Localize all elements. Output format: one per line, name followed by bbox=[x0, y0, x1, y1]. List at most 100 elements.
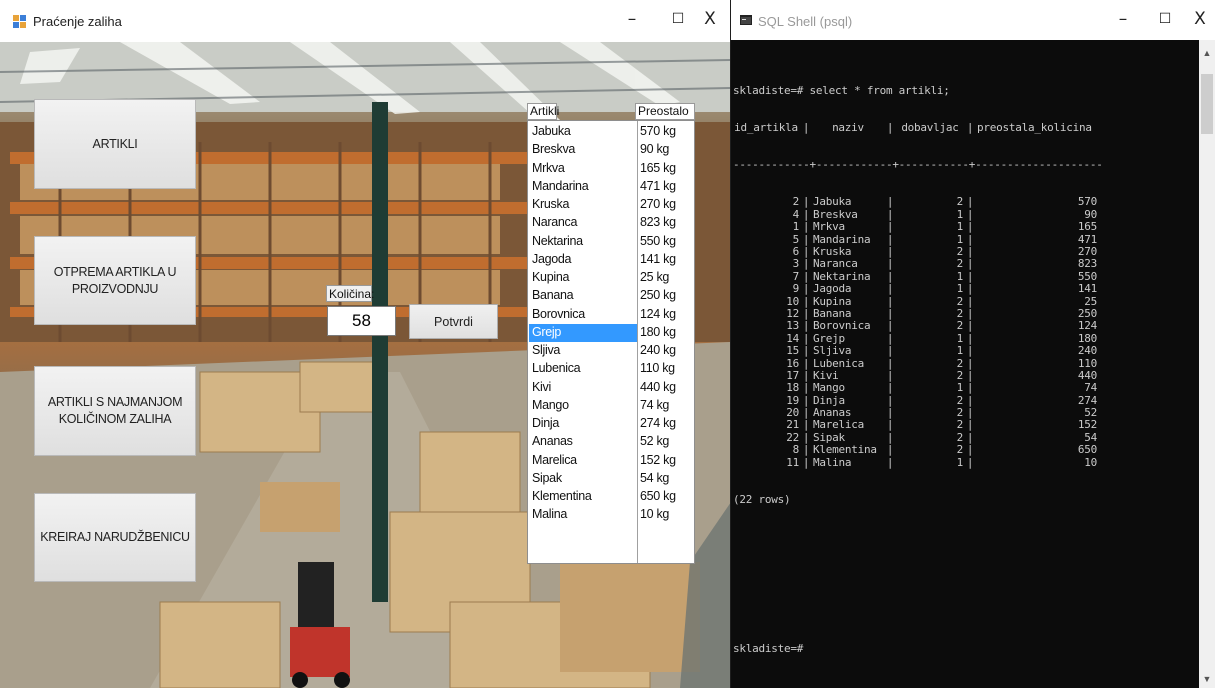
list-item-qty: 165 kg bbox=[640, 160, 676, 175]
sql-shell-window: SQL Shell (psql) – ☐ X skladiste=# selec… bbox=[731, 0, 1215, 688]
cell-id: 3 bbox=[792, 257, 800, 271]
cell-dobavljac: 1 bbox=[956, 331, 964, 345]
right-titlebar[interactable]: SQL Shell (psql) – ☐ X bbox=[731, 0, 1215, 40]
cell-id: 22 bbox=[786, 430, 799, 444]
list-item-qty: 124 kg bbox=[640, 306, 676, 321]
artikli-button[interactable]: ARTIKLI bbox=[34, 99, 196, 189]
cell-kolicina: 152 bbox=[1077, 418, 1097, 432]
row-count: (22 rows) bbox=[733, 492, 791, 506]
terminal-row: 1 | Mrkva | 1 | 165 bbox=[733, 220, 1199, 234]
list-item-name[interactable]: Mrkva bbox=[529, 160, 637, 178]
cell-dobavljac: 2 bbox=[956, 244, 964, 258]
cell-kolicina: 74 bbox=[1084, 381, 1097, 395]
terminal-row: 8 | Klementina | 2 | 650 bbox=[733, 443, 1199, 457]
list-item-name[interactable]: Klementina bbox=[529, 488, 637, 506]
list-item-name[interactable]: Naranca bbox=[529, 214, 637, 232]
list-item-name[interactable]: Nektarina bbox=[529, 233, 637, 251]
list-item-name[interactable]: Sipak bbox=[529, 470, 637, 488]
close-button[interactable]: X bbox=[1178, 0, 1215, 38]
scroll-down-icon[interactable]: ▼ bbox=[1199, 674, 1215, 684]
pracenje-zaliha-window: Praćenje zaliha – ☐ X ARTIKLI OTPREMA AR… bbox=[0, 0, 731, 688]
list-item-name[interactable]: Breskva bbox=[529, 141, 637, 159]
list-item-qty: 54 kg bbox=[640, 470, 670, 485]
terminal-row: 21 | Marelica | 2 | 152 bbox=[733, 418, 1199, 432]
scroll-up-icon[interactable]: ▲ bbox=[1199, 48, 1215, 58]
list-item-name[interactable]: Borovnica bbox=[529, 306, 637, 324]
najmanja-kolicina-button[interactable]: ARTIKLI S NAJMANJOM KOLIČINOM ZALIHA bbox=[34, 366, 196, 456]
cell-dobavljac: 1 bbox=[956, 207, 964, 221]
otprema-button[interactable]: OTPREMA ARTIKLA U PROIZVODNJU bbox=[34, 236, 196, 325]
window-title: Praćenje zaliha bbox=[33, 14, 122, 29]
cell-id: 8 bbox=[792, 443, 800, 457]
terminal-scrollbar[interactable]: ▲ ▼ bbox=[1199, 40, 1215, 688]
cell-kolicina: 141 bbox=[1077, 282, 1097, 296]
close-button[interactable]: X bbox=[688, 0, 730, 38]
list-item-name[interactable]: Jagoda bbox=[529, 251, 637, 269]
cell-naziv: Jabuka bbox=[813, 195, 852, 209]
cell-id: 9 bbox=[792, 282, 800, 296]
list-item-name[interactable]: Ananas bbox=[529, 433, 637, 451]
header-dobavljac: dobavljac bbox=[901, 121, 959, 135]
list-item-qty: 10 kg bbox=[640, 507, 670, 522]
list-item-name[interactable]: Mango bbox=[529, 397, 637, 415]
list-item-qty: 90 kg bbox=[640, 142, 670, 157]
list-item-name[interactable]: Banana bbox=[529, 287, 637, 305]
list-item-name[interactable]: Dinja bbox=[529, 415, 637, 433]
kolicina-label: Količina: bbox=[326, 285, 374, 302]
narudzbenica-button[interactable]: KREIRAJ NARUDŽBENICU bbox=[34, 493, 196, 582]
cell-id: 15 bbox=[786, 344, 799, 358]
cell-id: 6 bbox=[792, 244, 800, 258]
list-item-name[interactable]: Kruska bbox=[529, 196, 637, 214]
cell-naziv: Naranca bbox=[813, 257, 858, 271]
terminal-row: 2 | Jabuka | 2 | 570 bbox=[733, 195, 1199, 209]
potvrdi-button[interactable]: Potvrdi bbox=[409, 304, 498, 339]
left-titlebar[interactable]: Praćenje zaliha – ☐ X bbox=[0, 0, 730, 42]
cell-id: 21 bbox=[786, 418, 799, 432]
list-item-qty: 152 kg bbox=[640, 452, 676, 467]
list-item-qty: 440 kg bbox=[640, 379, 676, 394]
terminal-prompt: skladiste=# bbox=[733, 641, 804, 655]
cell-naziv: Borovnica bbox=[813, 319, 871, 333]
list-item-qty: 25 kg bbox=[640, 270, 670, 284]
terminal-row: 18 | Mango | 1 | 74 bbox=[733, 381, 1199, 395]
cell-dobavljac: 2 bbox=[956, 319, 964, 333]
cell-dobavljac: 2 bbox=[956, 418, 964, 432]
list-item-qty: 274 kg bbox=[640, 416, 676, 430]
list-item-name[interactable]: Kupina bbox=[529, 269, 637, 287]
cell-dobavljac: 2 bbox=[956, 406, 964, 420]
list-item-name[interactable]: Kivi bbox=[529, 379, 637, 397]
terminal-row: 9 | Jagoda | 1 | 141 bbox=[733, 282, 1199, 296]
minimize-button[interactable]: – bbox=[1101, 0, 1145, 38]
header-id: id_artikla bbox=[734, 121, 798, 135]
cell-kolicina: 240 bbox=[1077, 344, 1097, 358]
scroll-thumb[interactable] bbox=[1201, 74, 1213, 134]
terminal-separator: ------------+------------+-----------+--… bbox=[733, 158, 1103, 172]
list-item-qty: 823 kg bbox=[640, 215, 676, 230]
cell-dobavljac: 1 bbox=[956, 455, 964, 469]
artikli-listview[interactable]: Jabuka 570 kg Breskva 90 kg Mrkva 165 kg Manda… bbox=[527, 120, 695, 564]
cell-dobavljac: 2 bbox=[956, 368, 964, 382]
list-item-name[interactable]: Sljiva bbox=[529, 342, 637, 360]
warehouse-background: ARTIKLI OTPREMA ARTIKLA U PROIZVODNJU AR… bbox=[0, 42, 730, 688]
list-item-qty: 240 kg bbox=[640, 343, 676, 357]
cell-dobavljac: 1 bbox=[956, 220, 964, 234]
cell-dobavljac: 2 bbox=[956, 430, 964, 444]
terminal-row: 13 | Borovnica | 2 | 124 bbox=[733, 319, 1199, 333]
list-item-name[interactable]: Jabuka bbox=[529, 123, 637, 141]
cell-dobavljac: 1 bbox=[956, 282, 964, 296]
list-item-name[interactable]: Marelica bbox=[529, 452, 637, 470]
list-item-name[interactable]: Grejp bbox=[529, 323, 637, 342]
kolicina-input[interactable]: 58 bbox=[327, 306, 396, 336]
list-item-qty: 550 kg bbox=[640, 233, 676, 248]
cell-kolicina: 570 bbox=[1077, 195, 1097, 209]
terminal-output[interactable]: skladiste=# select * from artikli; id_ar… bbox=[733, 60, 1199, 680]
cell-kolicina: 440 bbox=[1077, 368, 1097, 382]
cell-kolicina: 823 bbox=[1077, 257, 1097, 271]
list-item-name[interactable]: Lubenica bbox=[529, 360, 637, 378]
minimize-button[interactable]: – bbox=[610, 0, 654, 38]
column-header-artikli[interactable]: Artikli bbox=[527, 103, 559, 120]
column-header-preostalo[interactable]: Preostalo bbox=[635, 103, 695, 120]
list-item-name[interactable]: Mandarina bbox=[529, 178, 637, 196]
cell-id: 2 bbox=[792, 195, 800, 209]
list-item-name[interactable]: Malina bbox=[529, 506, 637, 524]
